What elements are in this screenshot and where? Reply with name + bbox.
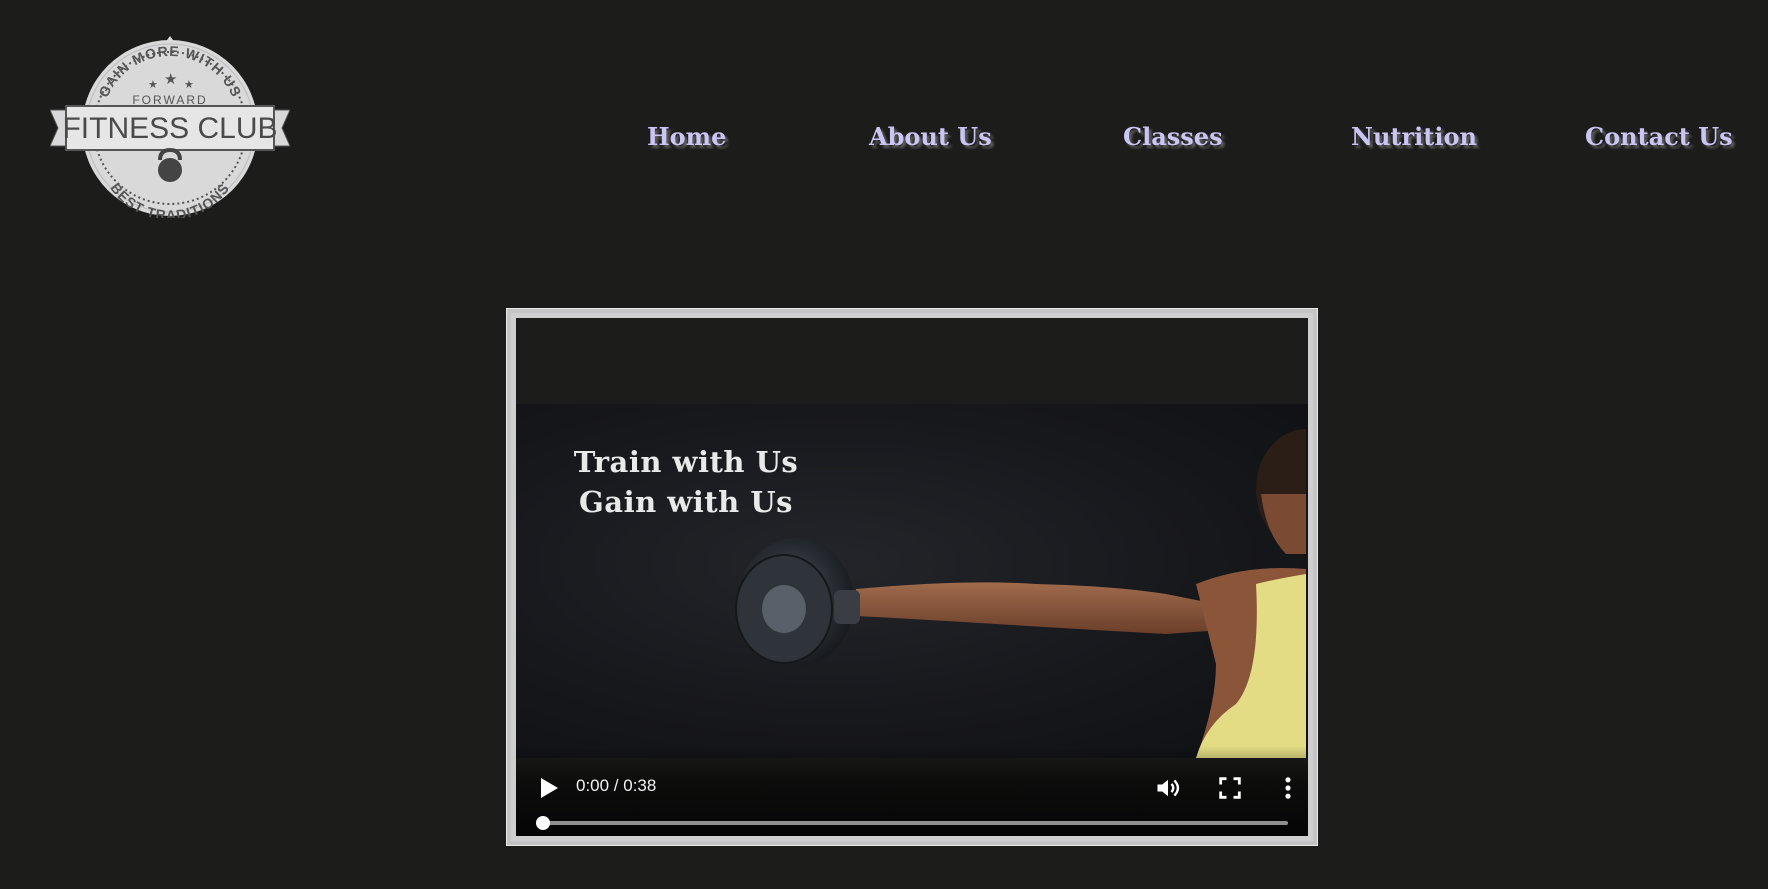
video-player[interactable]: Train with Us Gain with Us 0:00 / 0:38	[516, 318, 1308, 836]
nav-contact-us[interactable]: Contact Us	[1585, 122, 1733, 151]
video-poster[interactable]: Train with Us Gain with Us	[516, 404, 1308, 758]
main-nav: Home About Us Classes Nutrition Contact …	[0, 122, 1768, 162]
svg-text:★: ★	[184, 78, 194, 91]
nav-home[interactable]: Home	[647, 122, 726, 151]
fullscreen-icon[interactable]	[1216, 774, 1244, 802]
nav-nutrition[interactable]: Nutrition	[1351, 122, 1477, 151]
progress-thumb[interactable]	[536, 816, 550, 830]
video-controls: 0:00 / 0:38	[516, 746, 1308, 836]
svg-text:★: ★	[164, 70, 177, 88]
more-options-icon[interactable]	[1274, 774, 1302, 802]
svg-text:★: ★	[148, 78, 158, 91]
nav-about-us[interactable]: About Us	[869, 122, 992, 151]
nav-classes[interactable]: Classes	[1123, 122, 1223, 151]
play-icon[interactable]	[538, 775, 560, 801]
video-player-frame: Train with Us Gain with Us 0:00 / 0:38	[506, 308, 1318, 846]
logo-middle-text: FORWARD	[132, 93, 207, 107]
weightlifter-illustration	[735, 429, 1306, 758]
page-header: GAIN MORE WITH US ★ ★ ★ FORWARD FITNESS …	[0, 0, 1768, 250]
volume-icon[interactable]	[1154, 774, 1182, 802]
video-time: 0:00 / 0:38	[576, 776, 657, 795]
video-progress-bar[interactable]	[536, 816, 1288, 830]
